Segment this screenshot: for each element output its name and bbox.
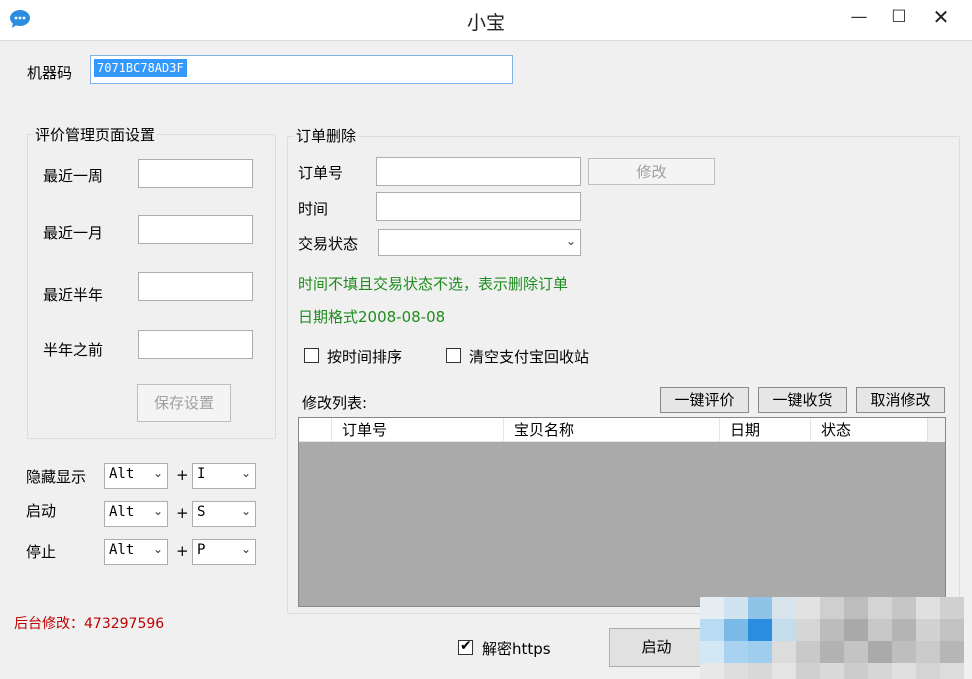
time-input[interactable] [376,192,581,221]
hotkey-toggle-modifier-select[interactable]: Alt ⌄ [104,463,168,489]
trade-status-select[interactable]: ⌄ [378,229,581,256]
review-settings-title: 评价管理页面设置 [33,124,158,145]
time-label: 时间 [298,200,329,218]
modify-list-label: 修改列表: [302,394,368,412]
clear-recycle-bin-label: 清空支付宝回收站 [469,348,590,366]
window-title: 小宝 [466,12,505,34]
table-header: 订单号 宝贝名称 日期 状态 [299,418,927,442]
machine-code-label: 机器码 [27,64,73,82]
sort-by-time-checkbox[interactable] [304,348,319,363]
machine-code-value: 7071BC78AD3F [94,59,187,77]
hotkey-stop-label: 停止 [26,543,57,561]
maximize-button[interactable]: ☐ [882,4,916,30]
chevron-down-icon: ⌄ [240,504,251,518]
hotkey-toggle-label: 隐藏显示 [26,468,87,486]
date-format-hint: 日期格式2008-08-08 [298,308,446,326]
chevron-down-icon: ⌄ [152,504,163,518]
scrollbar[interactable] [927,418,945,442]
order-no-label: 订单号 [298,164,344,182]
decrypt-https-checkbox[interactable]: ✔ [458,638,473,655]
hotkey-start-key-select[interactable]: S ⌄ [192,501,256,527]
hotkey-start-modifier-select[interactable]: Alt ⌄ [104,501,168,527]
column-order-no[interactable]: 订单号 [332,418,504,442]
last-month-input[interactable] [138,215,253,244]
modify-button[interactable]: 修改 [588,158,715,185]
order-delete-title: 订单删除 [294,125,359,146]
backend-contact: 后台修改：473297596 [14,616,165,632]
trade-status-label: 交易状态 [298,235,359,253]
last-week-label: 最近一周 [43,167,104,185]
check-icon: ✔ [460,638,472,654]
column-date[interactable]: 日期 [720,418,811,442]
hotkey-plus: + [176,542,189,560]
order-no-input[interactable] [376,157,581,186]
sort-by-time-label: 按时间排序 [327,348,403,366]
minimize-button[interactable]: — [842,4,876,30]
delete-hint: 时间不填且交易状态不选，表示删除订单 [298,275,569,293]
chevron-down-icon: ⌄ [240,542,251,556]
before-half-year-label: 半年之前 [43,341,104,359]
hotkey-toggle-key-select[interactable]: I ⌄ [192,463,256,489]
hotkey-stop-modifier-select[interactable]: Alt ⌄ [104,539,168,565]
mosaic-overlay [700,597,972,679]
row-header-column [299,418,332,442]
clear-recycle-bin-checkbox[interactable] [446,348,461,363]
modify-list-table[interactable]: 订单号 宝贝名称 日期 状态 [298,417,946,607]
hotkey-stop-key: P [197,542,206,558]
hotkey-start-modifier: Alt [109,504,135,520]
hotkey-plus: + [176,504,189,522]
hotkey-toggle-modifier: Alt [109,466,135,482]
column-item-name[interactable]: 宝贝名称 [504,418,720,442]
hotkey-stop-modifier: Alt [109,542,135,558]
title-divider [0,40,972,41]
decrypt-https-label: 解密https [482,640,551,658]
last-half-year-input[interactable] [138,272,253,301]
hotkey-start-key: S [197,504,206,520]
start-button[interactable]: 启动 [609,628,704,667]
close-button[interactable]: ✕ [924,4,958,30]
save-settings-button[interactable]: 保存设置 [137,384,231,422]
last-month-label: 最近一月 [43,224,104,242]
machine-code-field[interactable]: 7071BC78AD3F [90,55,513,84]
last-half-year-label: 最近半年 [43,286,104,304]
review-all-button[interactable]: 一键评价 [660,387,749,413]
hotkey-start-label: 启动 [26,502,57,520]
before-half-year-input[interactable] [138,330,253,359]
hotkey-toggle-key: I [197,466,206,482]
last-week-input[interactable] [138,159,253,188]
cancel-modify-button[interactable]: 取消修改 [856,387,945,413]
hotkey-stop-key-select[interactable]: P ⌄ [192,539,256,565]
hotkey-plus: + [176,466,189,484]
chevron-down-icon: ⌄ [152,542,163,556]
column-status[interactable]: 状态 [811,418,927,442]
chevron-down-icon: ⌄ [240,466,251,480]
chevron-down-icon: ⌄ [152,466,163,480]
receive-all-button[interactable]: 一键收货 [758,387,847,413]
chevron-down-icon: ⌄ [565,234,576,248]
